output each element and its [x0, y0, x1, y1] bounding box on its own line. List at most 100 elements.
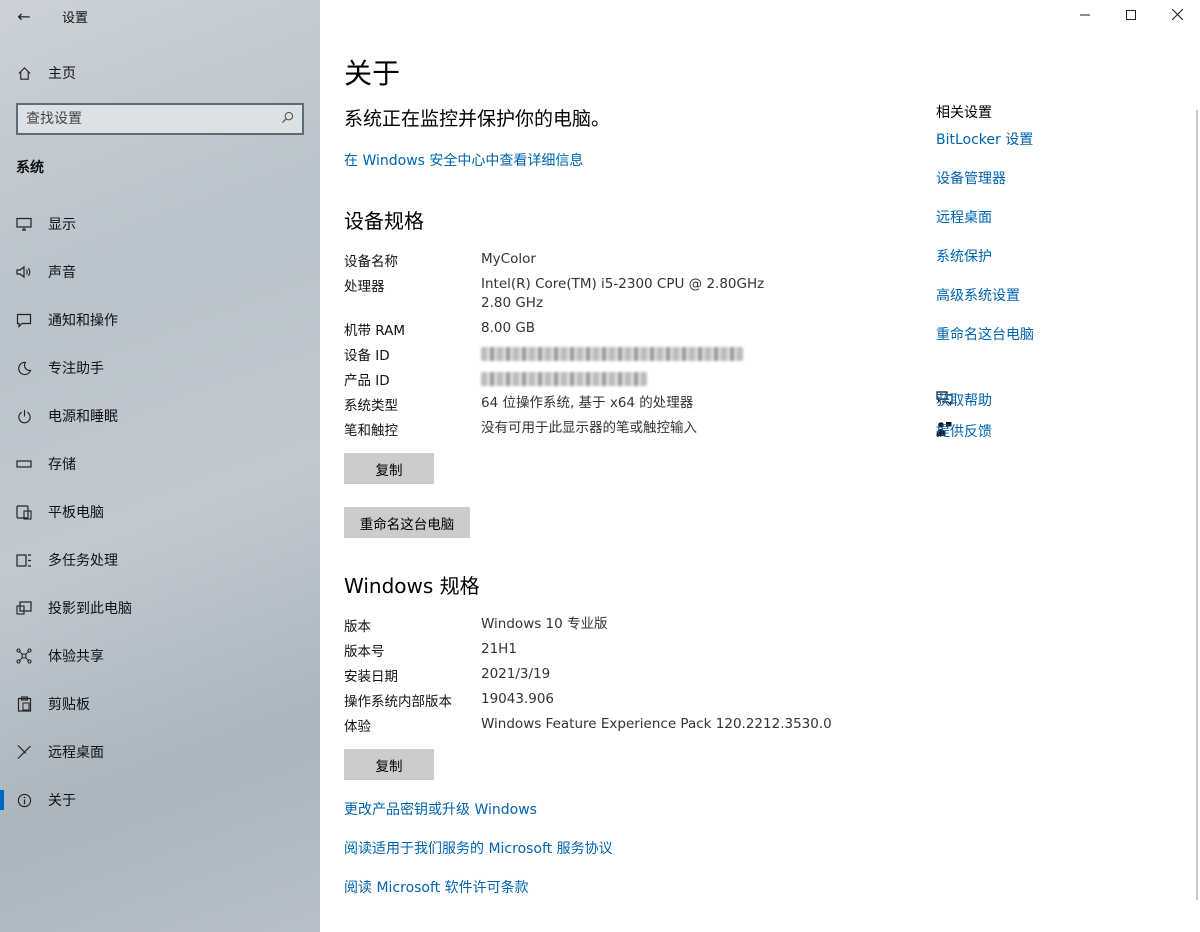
back-arrow-icon: ← — [17, 6, 31, 26]
spec-row-os-build: 操作系统内部版本 19043.906 — [344, 690, 901, 710]
spec-value: Windows Feature Experience Pack 120.2212… — [481, 716, 832, 732]
sidebar-item-shared-experiences[interactable]: 体验共享 — [0, 632, 320, 680]
windows-specs-heading: Windows 规格 — [344, 574, 480, 598]
share-icon — [0, 648, 48, 664]
sidebar-item-label: 存储 — [48, 457, 76, 473]
multitask-icon — [0, 553, 48, 568]
feedback-row[interactable]: 提供反馈 — [936, 421, 992, 441]
sidebar-item-project[interactable]: 投影到此电脑 — [0, 584, 320, 632]
copy-windows-specs-button[interactable]: 复制 — [344, 749, 434, 780]
section-label: 系统 — [16, 160, 44, 176]
sidebar-item-multitasking[interactable]: 多任务处理 — [0, 536, 320, 584]
sidebar-item-display[interactable]: 显示 — [0, 200, 320, 248]
related-link-device-manager[interactable]: 设备管理器 — [936, 168, 1006, 188]
info-icon — [0, 793, 48, 808]
spec-row-experience: 体验 Windows Feature Experience Pack 120.2… — [344, 715, 901, 735]
maximize-icon — [1126, 8, 1136, 24]
spec-value: 64 位操作系统, 基于 x64 的处理器 — [481, 395, 694, 411]
spec-row-product-id: 产品 ID — [344, 369, 781, 392]
related-link-system-protection[interactable]: 系统保护 — [936, 246, 992, 266]
related-link-rename-pc[interactable]: 重命名这台电脑 — [936, 324, 1034, 344]
spec-value: 2021/3/19 — [481, 666, 551, 682]
security-center-link[interactable]: 在 Windows 安全中心中查看详细信息 — [344, 150, 583, 170]
spec-row-device-name: 设备名称 MyColor — [344, 250, 781, 270]
window-controls — [1062, 0, 1200, 32]
spec-key: 体验 — [344, 719, 371, 735]
get-help-row[interactable]: ? 获取帮助 — [936, 390, 992, 410]
spec-value-redacted — [481, 369, 781, 392]
rename-pc-button[interactable]: 重命名这台电脑 — [344, 507, 470, 538]
spec-value: MyColor — [481, 251, 536, 267]
sidebar-item-tablet[interactable]: 平板电脑 — [0, 488, 320, 536]
change-product-key-link[interactable]: 更改产品密钥或升级 Windows — [344, 799, 537, 819]
minimize-button[interactable] — [1062, 0, 1108, 32]
sidebar-item-power[interactable]: 电源和睡眠 — [0, 392, 320, 440]
license-terms-link[interactable]: 阅读 Microsoft 软件许可条款 — [344, 877, 529, 897]
spec-key: 安装日期 — [344, 669, 398, 685]
redacted-blur — [481, 347, 743, 361]
search-input[interactable] — [26, 111, 281, 127]
spec-key: 设备名称 — [344, 254, 398, 270]
sidebar-item-label: 显示 — [48, 217, 76, 233]
search-icon[interactable] — [281, 111, 294, 128]
title-bar: ← 设置 — [0, 0, 320, 32]
sidebar-item-remote-desktop[interactable]: 远程桌面 — [0, 728, 320, 776]
spec-row-install-date: 安装日期 2021/3/19 — [344, 665, 901, 685]
spec-key: 系统类型 — [344, 398, 398, 414]
spec-value: 没有可用于此显示器的笔或触控输入 — [481, 420, 697, 436]
sidebar-item-home[interactable]: 主页 — [0, 60, 320, 86]
spec-value: 19043.906 — [481, 691, 555, 707]
spec-key: 操作系统内部版本 — [344, 694, 452, 710]
sidebar-item-label: 投影到此电脑 — [48, 601, 132, 617]
get-help-link[interactable]: 获取帮助 — [936, 390, 992, 410]
close-icon — [1171, 8, 1183, 24]
spec-value: Windows 10 专业版 — [481, 616, 608, 632]
sidebar-item-notifications[interactable]: 通知和操作 — [0, 296, 320, 344]
back-button[interactable]: ← — [0, 0, 48, 32]
protection-status-text: 系统正在监控并保护你的电脑。 — [344, 108, 611, 130]
copy-device-specs-button[interactable]: 复制 — [344, 453, 434, 484]
sidebar-item-clipboard[interactable]: 剪贴板 — [0, 680, 320, 728]
spec-row-system-type: 系统类型 64 位操作系统, 基于 x64 的处理器 — [344, 394, 781, 414]
spec-row-pen-touch: 笔和触控 没有可用于此显示器的笔或触控输入 — [344, 419, 781, 439]
sidebar-item-label: 专注助手 — [48, 361, 104, 377]
spec-row-version: 版本号 21H1 — [344, 640, 901, 660]
service-agreement-link[interactable]: 阅读适用于我们服务的 Microsoft 服务协议 — [344, 838, 613, 858]
sidebar-item-label: 通知和操作 — [48, 313, 118, 329]
related-link-advanced-system[interactable]: 高级系统设置 — [936, 285, 1020, 305]
redacted-blur — [481, 372, 647, 386]
sidebar-item-label: 声音 — [48, 265, 76, 281]
spec-key: 笔和触控 — [344, 423, 398, 439]
home-icon — [0, 66, 48, 81]
device-specs-heading: 设备规格 — [344, 209, 424, 233]
spec-key: 设备 ID — [344, 348, 390, 364]
give-feedback-link[interactable]: 提供反馈 — [936, 421, 992, 441]
sidebar-item-label: 体验共享 — [48, 649, 104, 665]
spec-row-device-id: 设备 ID — [344, 344, 781, 367]
sidebar-item-sound[interactable]: 声音 — [0, 248, 320, 296]
spec-key: 版本号 — [344, 644, 385, 660]
sidebar: ← 设置 主页 系统 显示 声音 — [0, 0, 320, 932]
storage-icon — [0, 459, 48, 469]
related-link-remote-desktop[interactable]: 远程桌面 — [936, 207, 992, 227]
remote-icon — [0, 744, 48, 760]
sidebar-item-storage[interactable]: 存储 — [0, 440, 320, 488]
spec-key: 产品 ID — [344, 373, 390, 389]
app-title: 设置 — [62, 10, 89, 26]
spec-key: 版本 — [344, 619, 371, 635]
search-box[interactable] — [16, 103, 304, 135]
close-button[interactable] — [1154, 0, 1200, 32]
maximize-button[interactable] — [1108, 0, 1154, 32]
spec-key: 处理器 — [344, 279, 385, 295]
related-link-bitlocker[interactable]: BitLocker 设置 — [936, 129, 1033, 149]
sidebar-nav: 显示 声音 通知和操作 专注助手 电源和睡眠 存储 平板电脑 多任务处理 投影到… — [0, 200, 320, 824]
related-settings-title: 相关设置 — [936, 105, 992, 121]
sidebar-item-label: 多任务处理 — [48, 553, 118, 569]
sidebar-item-focus-assist[interactable]: 专注助手 — [0, 344, 320, 392]
sidebar-item-label: 关于 — [48, 793, 76, 809]
spec-value-redacted — [481, 344, 781, 367]
sidebar-item-about[interactable]: 关于 — [0, 776, 320, 824]
page-title: 关于 — [344, 57, 401, 90]
scrollbar[interactable] — [1196, 110, 1198, 900]
sidebar-item-label: 电源和睡眠 — [48, 409, 118, 425]
